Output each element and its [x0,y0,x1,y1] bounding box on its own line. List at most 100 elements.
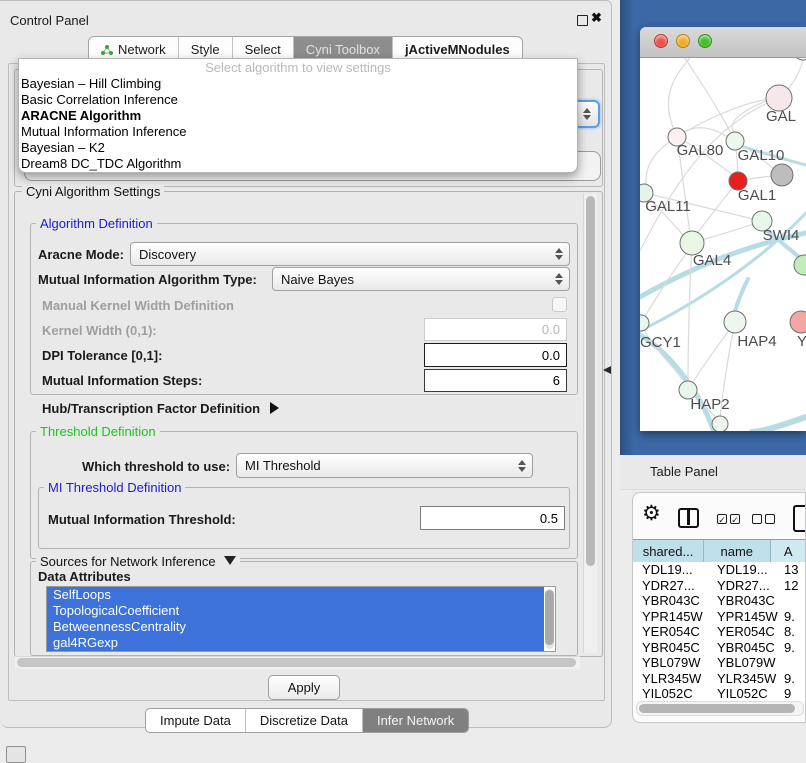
table-cell: YBR045C [717,640,775,656]
algorithm-option-bayesian-k2[interactable]: Bayesian – K2 [19,140,577,156]
data-attributes-list[interactable]: SelfLoopsTopologicalCoefficientBetweenne… [46,586,556,652]
mi-threshold-field[interactable]: 0.5 [420,506,565,530]
close-traffic-light-icon[interactable] [654,34,668,48]
split-columns-icon[interactable] [678,508,699,528]
expand-right-icon [270,402,279,414]
kernel-width-field[interactable]: 0.0 [424,318,567,341]
network-view-window[interactable]: GALGAL80GAL10GAL1GAL11SWI4GAL4GCY1HAP4YH… [640,27,806,431]
which-threshold-select[interactable]: MI Threshold [236,453,533,478]
checked-checkbox-icon[interactable]: ✓ [730,514,740,524]
aracne-mode-select[interactable]: Discovery [130,242,570,266]
table-cell: 12 [784,578,798,594]
algorithm-option-bayesian-hill-climbing[interactable]: Bayesian – Hill Climbing [19,76,577,92]
table-row[interactable]: YLR345WYLR345W9. [633,671,806,687]
unchecked-checkbox-icon[interactable] [752,514,762,524]
table-cell: 9. [784,640,795,656]
settings-vscroll-thumb[interactable] [586,196,595,566]
close-icon[interactable]: ✖ [591,10,602,26]
network-node-hap4[interactable] [724,311,746,333]
algorithm-option-dream8-dc-tdc-algorithm[interactable]: Dream8 DC_TDC Algorithm [19,156,577,172]
table-cell: YBL079W [717,655,776,671]
table-row[interactable]: YDR27...YDR27...12 [633,578,806,594]
table-cell: 9. [784,671,795,687]
network-edge[interactable] [752,417,806,431]
column-header-A[interactable]: A [771,540,806,562]
node-label: SWI4 [763,227,800,244]
table-row[interactable]: YPR145WYPR145W9. [633,609,806,625]
manual-kernel-checkbox[interactable] [552,297,567,312]
spinner-up-icon [583,108,591,113]
attributes-scrollbar[interactable] [545,589,554,649]
table-row[interactable]: YBR045CYBR045C9. [633,640,806,656]
hub-definition-toggle[interactable]: Hub/Transcription Factor Definition [42,401,279,416]
table-cell: YER054C [642,624,700,640]
node-table-card: ⚙ ✓ ✓ shared...nameA YDL19...YDL19...13Y… [632,492,806,723]
table-row[interactable]: YER054CYER054C8. [633,624,806,640]
attribute-item[interactable]: gal4RGexp [47,635,544,651]
algorithm-option-mutual-information-inference[interactable]: Mutual Information Inference [19,124,577,140]
algorithm-option-aracne-algorithm[interactable]: ARACNE Algorithm [19,108,577,124]
apply-button[interactable]: Apply [268,675,340,700]
docked-panel-icon[interactable] [6,746,26,763]
table-cell: YIL052C [642,686,693,701]
unchecked-checkbox-icon[interactable] [765,514,775,524]
tab-discretize-data[interactable]: Discretize Data [246,709,363,732]
table-horizontal-scrollbar[interactable] [636,701,804,716]
network-node-y[interactable] [790,311,806,333]
dpi-tolerance-field[interactable]: 0.0 [424,343,567,367]
network-window-titlebar[interactable] [640,27,806,58]
mi-steps-field[interactable]: 6 [424,369,567,392]
table-row[interactable]: YBL079WYBL079W [633,655,806,671]
control-panel-window: Control Panel ✖ NetworkStyleSelectCyni T… [0,0,612,728]
algorithm-list: Bayesian – Hill ClimbingBasic Correlatio… [19,76,577,172]
table-cell: 9. [784,609,795,625]
combo-arrows-icon [555,273,563,285]
table-row[interactable]: YDL19...YDL19...13 [633,562,806,578]
collapse-down-icon [224,556,236,565]
attribute-item[interactable]: BetweennessCentrality [47,619,544,635]
export-table-icon[interactable] [793,505,806,532]
column-header-shared...[interactable]: shared... [633,540,704,562]
attribute-item[interactable]: TopologicalCoefficient [47,603,544,619]
network-edge[interactable] [696,181,738,235]
tab-label: Cyni Toolbox [306,42,380,57]
kernel-width-label: Kernel Width (0,1): [42,323,157,338]
attribute-item[interactable]: SelfLoops [47,587,544,603]
table-row[interactable]: YIL052CYIL052C9 [633,686,806,701]
network-node[interactable] [794,255,806,275]
attributes-scrollbar-thumb [545,590,554,645]
sources-toggle[interactable]: Sources for Network Inference [36,554,240,569]
network-canvas[interactable]: GALGAL80GAL10GAL1GAL11SWI4GAL4GCY1HAP4YH… [640,58,806,431]
node-label: HAP4 [737,333,776,350]
tab-infer-network[interactable]: Infer Network [363,709,468,732]
aracne-mode-label: Aracne Mode: [38,247,124,262]
settings-horizontal-scrollbar[interactable] [15,656,580,669]
network-node[interactable] [771,164,793,186]
tab-impute-data[interactable]: Impute Data [146,709,246,732]
network-edge[interactable] [688,243,692,382]
settings-hscroll-thumb[interactable] [17,658,576,667]
network-node[interactable] [793,58,806,60]
checked-checkbox-icon[interactable]: ✓ [717,514,727,524]
data-attributes-label: Data Attributes [38,569,131,584]
algorithm-option-basic-correlation-inference[interactable]: Basic Correlation Inference [19,92,577,108]
table-row[interactable]: YBR043CYBR043C [633,593,806,609]
table-hscroll-thumb[interactable] [639,704,795,713]
column-header-name[interactable]: name [704,540,770,562]
mi-type-select[interactable]: Naive Bayes [272,267,570,291]
threshold-definition-title: Threshold Definition [36,424,160,439]
gear-icon[interactable]: ⚙ [642,501,661,526]
combo-arrows-icon [555,248,563,260]
float-panel-icon[interactable] [577,15,588,26]
network-edge[interactable] [735,279,748,311]
settings-vertical-scrollbar[interactable] [583,194,597,653]
node-label: GAL4 [693,252,731,269]
table-cell: YIL052C [717,686,768,701]
zoom-traffic-light-icon[interactable] [698,34,712,48]
dpi-tolerance-label: DPI Tolerance [0,1]: [42,348,162,363]
network-node[interactable] [712,416,728,431]
minimize-traffic-light-icon[interactable] [676,34,690,48]
combo-arrows-icon [518,460,526,472]
network-edge[interactable] [668,58,690,137]
table-cell: YLR345W [717,671,776,687]
